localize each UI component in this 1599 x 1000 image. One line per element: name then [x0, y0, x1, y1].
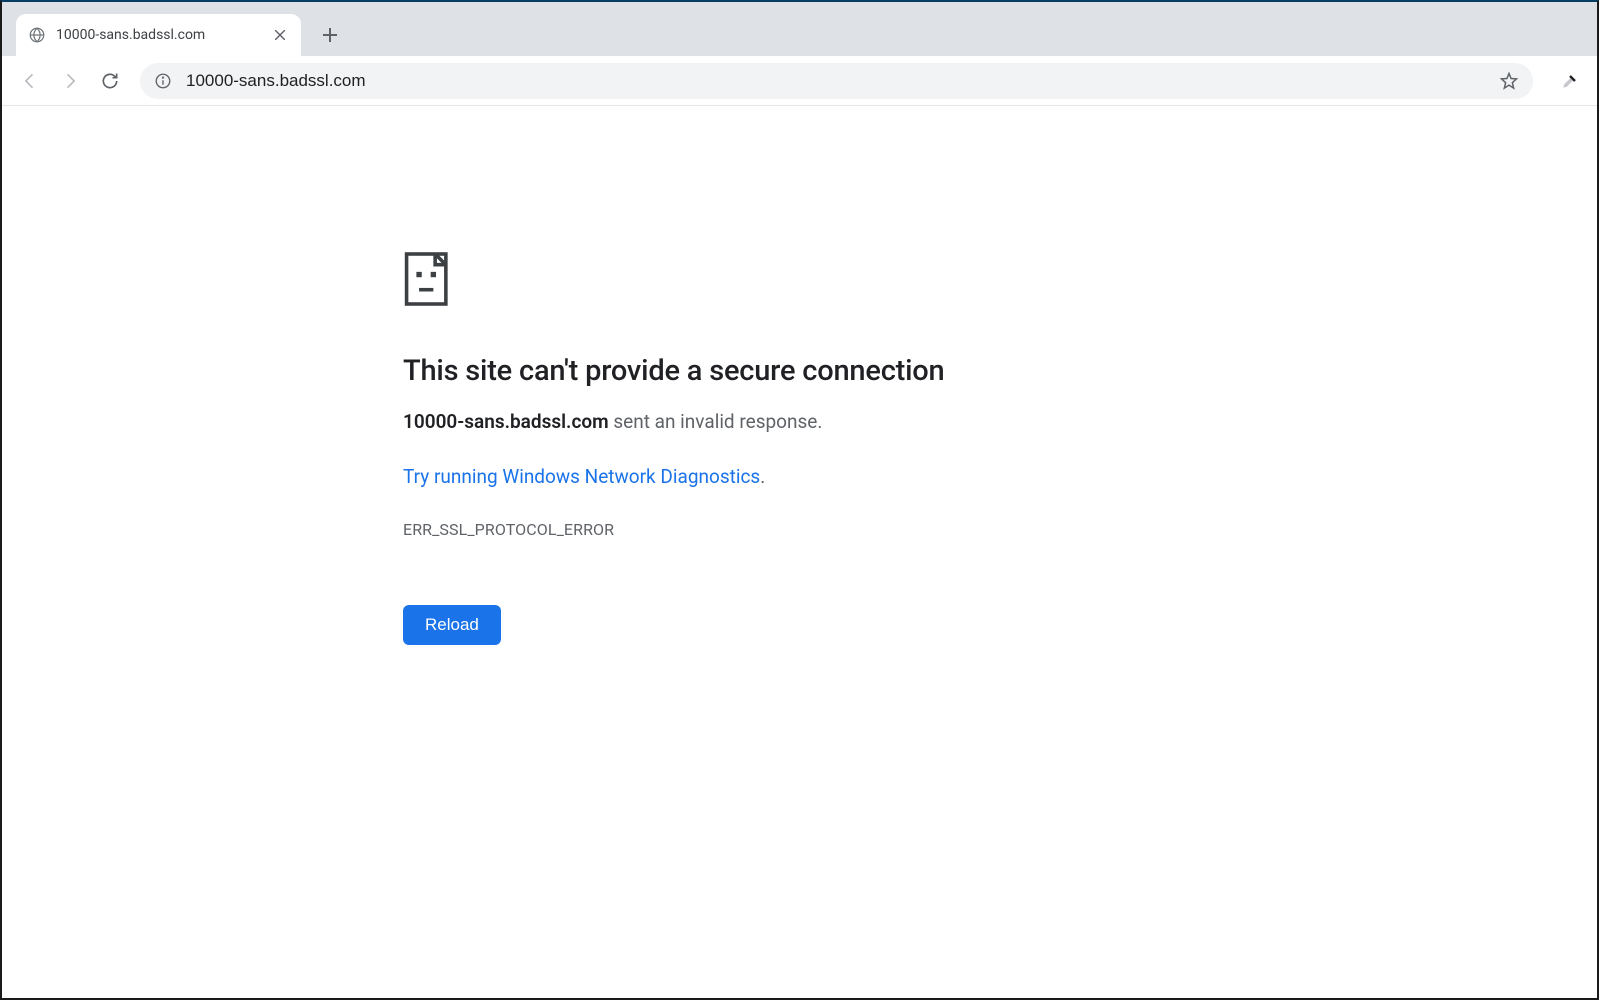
extensions-area — [1545, 64, 1587, 98]
tab-strip: 10000-sans.badssl.com — [2, 2, 1597, 56]
globe-icon — [28, 26, 46, 44]
network-diagnostics-link[interactable]: Try running Windows Network Diagnostics — [403, 465, 760, 488]
bookmark-star-icon[interactable] — [1499, 71, 1519, 91]
tab-close-button[interactable] — [271, 26, 289, 44]
address-bar[interactable] — [140, 63, 1533, 99]
forward-button[interactable] — [52, 63, 88, 99]
browser-tab[interactable]: 10000-sans.badssl.com — [16, 14, 301, 56]
reload-page-button[interactable]: Reload — [403, 605, 501, 645]
new-tab-button[interactable] — [313, 18, 347, 52]
url-input[interactable] — [186, 71, 1499, 91]
back-button[interactable] — [12, 63, 48, 99]
error-message: 10000-sans.badssl.com sent an invalid re… — [403, 410, 1043, 433]
error-block: This site can't provide a secure connect… — [403, 250, 1043, 645]
toolbar — [2, 56, 1597, 106]
reload-button[interactable] — [92, 63, 128, 99]
error-link-row: Try running Windows Network Diagnostics. — [403, 465, 1043, 488]
error-host: 10000-sans.badssl.com — [403, 410, 609, 433]
tab-title: 10000-sans.badssl.com — [56, 27, 271, 43]
site-info-icon[interactable] — [154, 72, 172, 90]
error-message-suffix: sent an invalid response. — [609, 410, 823, 433]
sad-page-icon — [403, 250, 453, 308]
eyedropper-icon[interactable] — [1553, 64, 1587, 98]
error-title: This site can't provide a secure connect… — [403, 354, 1043, 388]
error-code: ERR_SSL_PROTOCOL_ERROR — [403, 520, 1043, 539]
error-link-suffix: . — [760, 465, 765, 488]
page-content: This site can't provide a secure connect… — [2, 106, 1597, 998]
